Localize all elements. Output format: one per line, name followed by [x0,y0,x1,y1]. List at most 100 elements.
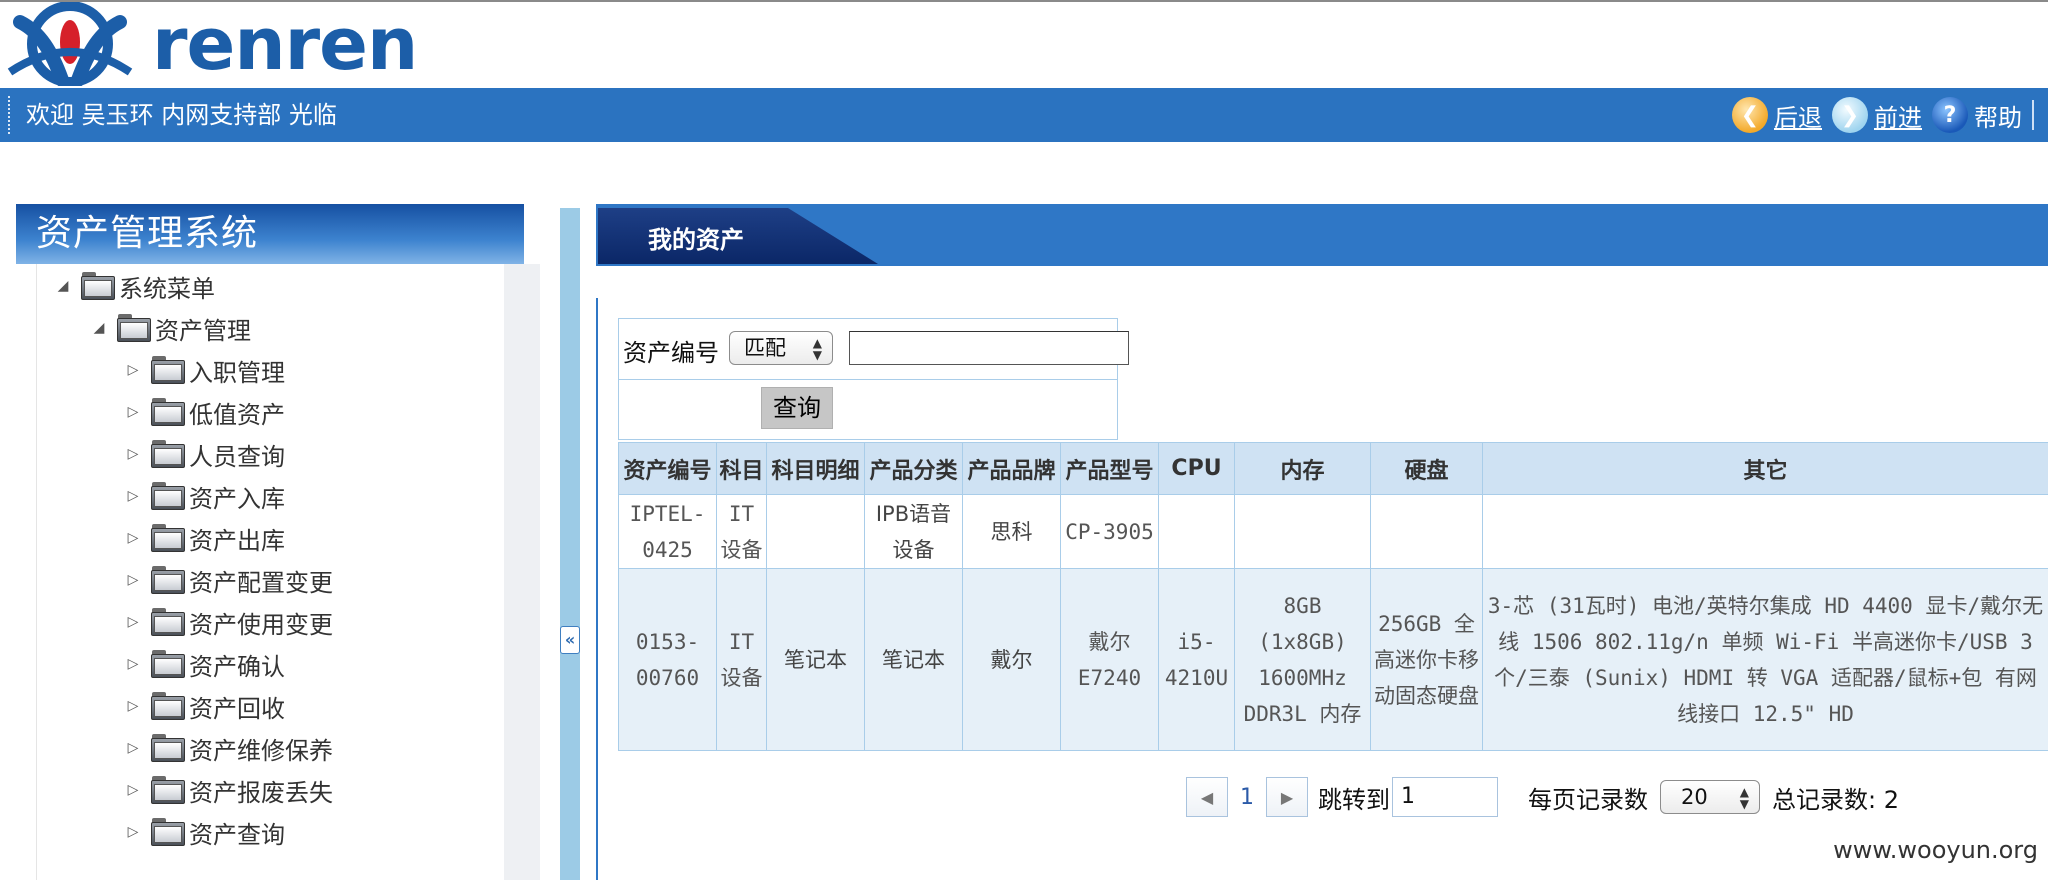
table-cell: 8GB (1x8GB) 1600MHz DDR3L 内存 [1234,568,1371,751]
match-mode-value: 匹配 [744,336,786,360]
back-label: 后退 [1774,103,1822,132]
nav-buttons: ❮ 后退 ❯ 前进 ? 帮助 [1732,97,2034,133]
sidebar-item[interactable]: ▷ 资产使用变更 [125,602,333,642]
sidebar-item-label: 资产查询 [189,820,285,849]
folder-icon [81,272,115,300]
collapsed-triangle-icon: ▷ [127,572,139,588]
table-cell: CP-3905 [1060,494,1159,569]
sidebar-rail [504,264,540,880]
folder-icon [151,608,185,636]
table-cell: 戴尔E7240 [1060,568,1159,751]
total-records: 总记录数: 2 [1772,785,1899,814]
sidebar-title: 资产管理系统 [16,204,524,264]
column-header: 产品品牌 [962,442,1061,495]
table-row[interactable]: IPTEL-0425 IT设备 IPB语音设备 思科 CP-3905 [618,494,2048,569]
search-button[interactable]: 查询 [761,387,833,429]
pagination: ◀ 1 ▶ 跳转到 1 每页记录数 20 ▲ ▼ 总记录数: 2 [1186,776,1899,818]
welcome-bar: 欢迎 吴玉环 内网支持部 光临 ❮ 后退 ❯ 前进 ? 帮助 [0,88,2048,142]
per-page-value: 20 [1681,785,1708,809]
table-cell [1158,494,1235,569]
asset-number-input[interactable] [849,331,1129,365]
sidebar-item[interactable]: ▷ 资产出库 [125,518,285,558]
collapse-sidebar-icon[interactable]: « [560,626,580,654]
jump-page-input[interactable]: 1 [1392,777,1498,817]
sidebar-item-label: 低值资产 [189,400,285,429]
column-header: 科目明细 [766,442,865,495]
folder-icon [151,482,185,510]
search-label: 资产编号 [623,339,719,367]
expanded-triangle-icon: ◢ [93,320,105,336]
table-cell: 笔记本 [766,568,865,751]
select-down-icon: ▼ [812,348,822,362]
renren-logo: renren [0,1,418,87]
sidebar-item-label: 资产确认 [189,652,285,681]
renren-logo-mark-icon [7,1,133,87]
table-cell: 256GB 全高迷你卡移动固态硬盘 [1370,568,1483,751]
sidebar-item[interactable]: ▷ 人员查询 [125,434,285,474]
sidebar-item[interactable]: ▷ 入职管理 [125,350,285,390]
folder-icon [151,650,185,678]
collapsed-triangle-icon: ▷ [127,656,139,672]
prev-page-button[interactable]: ◀ [1186,777,1228,817]
sidebar-item[interactable]: ▷ 资产维修保养 [125,728,333,768]
sidebar-item-label: 资产使用变更 [189,610,333,639]
tree-root[interactable]: ◢ 系统菜单 [55,266,215,306]
column-header: 硬盘 [1370,442,1483,495]
sidebar-item-label: 资产配置变更 [189,568,333,597]
collapsed-triangle-icon: ▷ [127,782,139,798]
column-header: 内存 [1234,442,1371,495]
collapsed-triangle-icon: ▷ [127,404,139,420]
column-header: CPU [1158,442,1235,495]
sidebar-item[interactable]: ▷ 资产确认 [125,644,285,684]
per-page-select[interactable]: 20 ▲ ▼ [1660,780,1760,814]
back-button[interactable]: ❮ 后退 [1732,97,1822,133]
sidebar-item[interactable]: ▷ 资产配置变更 [125,560,333,600]
bar-separator [2032,100,2034,130]
next-page-button[interactable]: ▶ [1266,777,1308,817]
tree-group-asset-management[interactable]: ◢ 资产管理 [91,308,251,348]
assets-table: 资产编号 科目 科目明细 产品分类 产品品牌 产品型号 CPU 内存 硬盘 其它 IPTEL-04… [618,442,2048,751]
table-cell [766,494,865,569]
panel-splitter[interactable] [560,208,580,880]
sidebar-tree: ◢ 系统菜单 ◢ 资产管理 ▷ 入职管理 ▷ 低值资产 ▷ 人员查询 ▷ 资产入库 ▷ 资产出库 ▷… [36,264,504,880]
table-cell [1482,494,2048,569]
table-cell: 3-芯 (31瓦时) 电池/英特尔集成 HD 4400 显卡/戴尔无线 1506… [1482,568,2048,751]
grip-handle [8,96,12,134]
folder-icon [151,776,185,804]
table-cell: IT设备 [716,568,767,751]
help-button[interactable]: ? 帮助 [1932,97,2022,133]
table-cell: 0153-00760 [618,568,717,751]
table-cell [1370,494,1483,569]
folder-icon [151,398,185,426]
column-header: 其它 [1482,442,2048,495]
column-header: 资产编号 [618,442,717,495]
main-left-border [596,298,598,880]
table-header-row: 资产编号 科目 科目明细 产品分类 产品品牌 产品型号 CPU 内存 硬盘 其它 [618,442,2048,495]
help-icon: ? [1932,97,1968,133]
sidebar-item[interactable]: ▷ 资产入库 [125,476,285,516]
sidebar: 资产管理系统 ◢ 系统菜单 ◢ 资产管理 ▷ 入职管理 ▷ 低值资产 ▷ 人员查询 ▷ 资产入… [16,204,540,880]
collapsed-triangle-icon: ▷ [127,698,139,714]
forward-button[interactable]: ❯ 前进 [1832,97,1922,133]
column-header: 产品分类 [864,442,963,495]
sidebar-item-label: 资产入库 [189,484,285,513]
sidebar-item[interactable]: ▷ 资产查询 [125,812,285,852]
tree-root-label: 系统菜单 [119,274,215,303]
sidebar-item-label: 资产维修保养 [189,736,333,765]
current-page[interactable]: 1 [1240,785,1254,810]
folder-icon [151,524,185,552]
sidebar-item[interactable]: ▷ 资产回收 [125,686,285,726]
sidebar-item[interactable]: ▷ 低值资产 [125,392,285,432]
sidebar-item[interactable]: ▷ 资产报废丢失 [125,770,333,810]
search-panel: 资产编号 匹配 ▲ ▼ 查询 [618,318,1129,440]
table-row[interactable]: 0153-00760 IT设备 笔记本 笔记本 戴尔 戴尔E7240 i5-4210U 8GB… [618,568,2048,751]
collapsed-triangle-icon: ▷ [127,824,139,840]
sidebar-item-label: 人员查询 [189,442,285,471]
match-mode-select[interactable]: 匹配 ▲ ▼ [729,331,833,365]
folder-icon [151,692,185,720]
watermark: www.wooyun.org [1833,836,2038,864]
collapsed-triangle-icon: ▷ [127,614,139,630]
search-divider [619,379,1117,380]
forward-label: 前进 [1874,103,1922,132]
forward-arrow-icon: ❯ [1832,97,1868,133]
